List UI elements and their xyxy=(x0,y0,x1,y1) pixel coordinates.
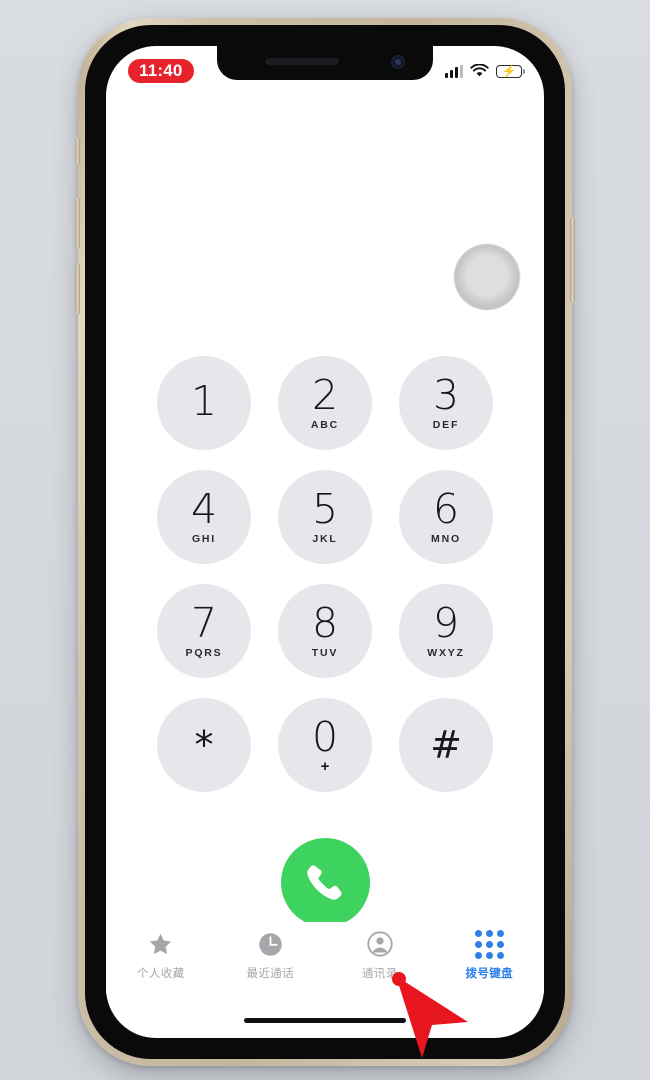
keypad-grid-icon xyxy=(474,929,504,959)
dialpad-row: * 0 + # xyxy=(157,698,493,792)
key-letters: DEF xyxy=(432,419,460,432)
call-button[interactable] xyxy=(280,838,370,927)
key-digit: 3 xyxy=(432,371,460,420)
tab-favorites[interactable]: 个人收藏 xyxy=(106,930,216,981)
dialpad-key-4[interactable]: 4 GHI xyxy=(157,470,251,564)
key-digit: 1 xyxy=(190,376,218,425)
key-letters: WXYZ xyxy=(427,647,465,660)
dialpad-key-5[interactable]: 5 JKL xyxy=(278,470,372,564)
wifi-icon xyxy=(470,64,489,77)
key-digit: 5 xyxy=(311,485,339,534)
key-letters: PQRS xyxy=(185,647,223,660)
status-indicators: ⚡ xyxy=(445,64,526,78)
key-letters: ABC xyxy=(310,419,340,432)
cellular-signal-icon xyxy=(445,64,463,78)
dialpad-key-0[interactable]: 0 + xyxy=(278,698,372,792)
tab-recents[interactable]: 最近通话 xyxy=(216,930,326,981)
front-camera-icon xyxy=(391,55,405,69)
tab-keypad[interactable]: 拨号键盘 xyxy=(435,929,545,981)
key-plus-symbol: + xyxy=(320,757,330,775)
home-indicator[interactable] xyxy=(244,1018,406,1023)
key-letters: JKL xyxy=(312,533,338,546)
charging-bolt-icon: ⚡ xyxy=(501,64,517,78)
key-digit: # xyxy=(430,723,462,767)
dialpad-key-hash[interactable]: # xyxy=(399,698,493,792)
key-digit: 9 xyxy=(432,599,460,648)
dialpad: 1 2 ABC 3 DEF 4 GHI 5 JKL 6 MNO 7 PQRS 8… xyxy=(106,356,544,792)
status-time-recording-pill[interactable]: 11:40 xyxy=(128,58,194,84)
screenshot-stage: 11:40 ⚡ 1 2 ABC 3 DEF 4 GHI 5 JKL 6 MNO … xyxy=(0,0,650,1080)
dialpad-key-6[interactable]: 6 MNO xyxy=(399,470,493,564)
key-digit: 6 xyxy=(432,485,460,534)
key-letters: GHI xyxy=(191,533,217,546)
key-digit: 0 xyxy=(311,712,339,761)
key-digit: 4 xyxy=(190,485,218,534)
battery-charging-icon: ⚡ xyxy=(496,64,526,78)
dialpad-key-9[interactable]: 9 WXYZ xyxy=(399,584,493,678)
assistive-touch-button[interactable] xyxy=(454,244,520,310)
dialpad-key-1[interactable]: 1 xyxy=(157,356,251,450)
notch xyxy=(217,46,433,80)
key-digit: 7 xyxy=(190,599,218,648)
person-circle-icon xyxy=(366,930,394,958)
dialpad-row: 4 GHI 5 JKL 6 MNO xyxy=(157,470,493,564)
key-digit: 2 xyxy=(311,371,339,420)
tab-label: 通讯录 xyxy=(361,966,398,980)
key-digit: 8 xyxy=(311,599,339,648)
tab-contacts[interactable]: 通讯录 xyxy=(325,930,435,981)
tab-label: 个人收藏 xyxy=(136,966,185,980)
dialpad-key-3[interactable]: 3 DEF xyxy=(399,356,493,450)
volume-up-button[interactable] xyxy=(75,198,80,248)
volume-down-button[interactable] xyxy=(75,264,80,314)
call-button-row xyxy=(106,838,544,927)
earpiece-speaker-icon xyxy=(265,58,339,65)
phone-screen: 11:40 ⚡ 1 2 ABC 3 DEF 4 GHI 5 JKL 6 MNO … xyxy=(106,46,544,1038)
star-icon xyxy=(147,930,174,958)
tab-bar: 个人收藏 最近通话 通讯录 拨号键盘 xyxy=(106,922,544,994)
dialpad-row: 1 2 ABC 3 DEF xyxy=(157,356,493,450)
dialpad-key-2[interactable]: 2 ABC xyxy=(278,356,372,450)
key-digit: * xyxy=(194,723,214,767)
phone-device: 11:40 ⚡ 1 2 ABC 3 DEF 4 GHI 5 JKL 6 MNO … xyxy=(75,18,575,1066)
dialpad-key-8[interactable]: 8 TUV xyxy=(278,584,372,678)
power-button[interactable] xyxy=(570,218,575,302)
dialpad-row: 7 PQRS 8 TUV 9 WXYZ xyxy=(157,584,493,678)
dialpad-key-7[interactable]: 7 PQRS xyxy=(157,584,251,678)
key-letters: MNO xyxy=(431,533,461,546)
phone-bezel: 11:40 ⚡ 1 2 ABC 3 DEF 4 GHI 5 JKL 6 MNO … xyxy=(85,25,565,1059)
phone-handset-icon xyxy=(307,864,342,900)
key-letters: TUV xyxy=(311,647,339,660)
tab-label: 最近通话 xyxy=(246,966,295,980)
clock-icon xyxy=(257,930,284,958)
dialpad-key-star[interactable]: * xyxy=(157,698,251,792)
silent-switch[interactable] xyxy=(75,138,80,164)
tab-label: 拨号键盘 xyxy=(465,966,514,980)
